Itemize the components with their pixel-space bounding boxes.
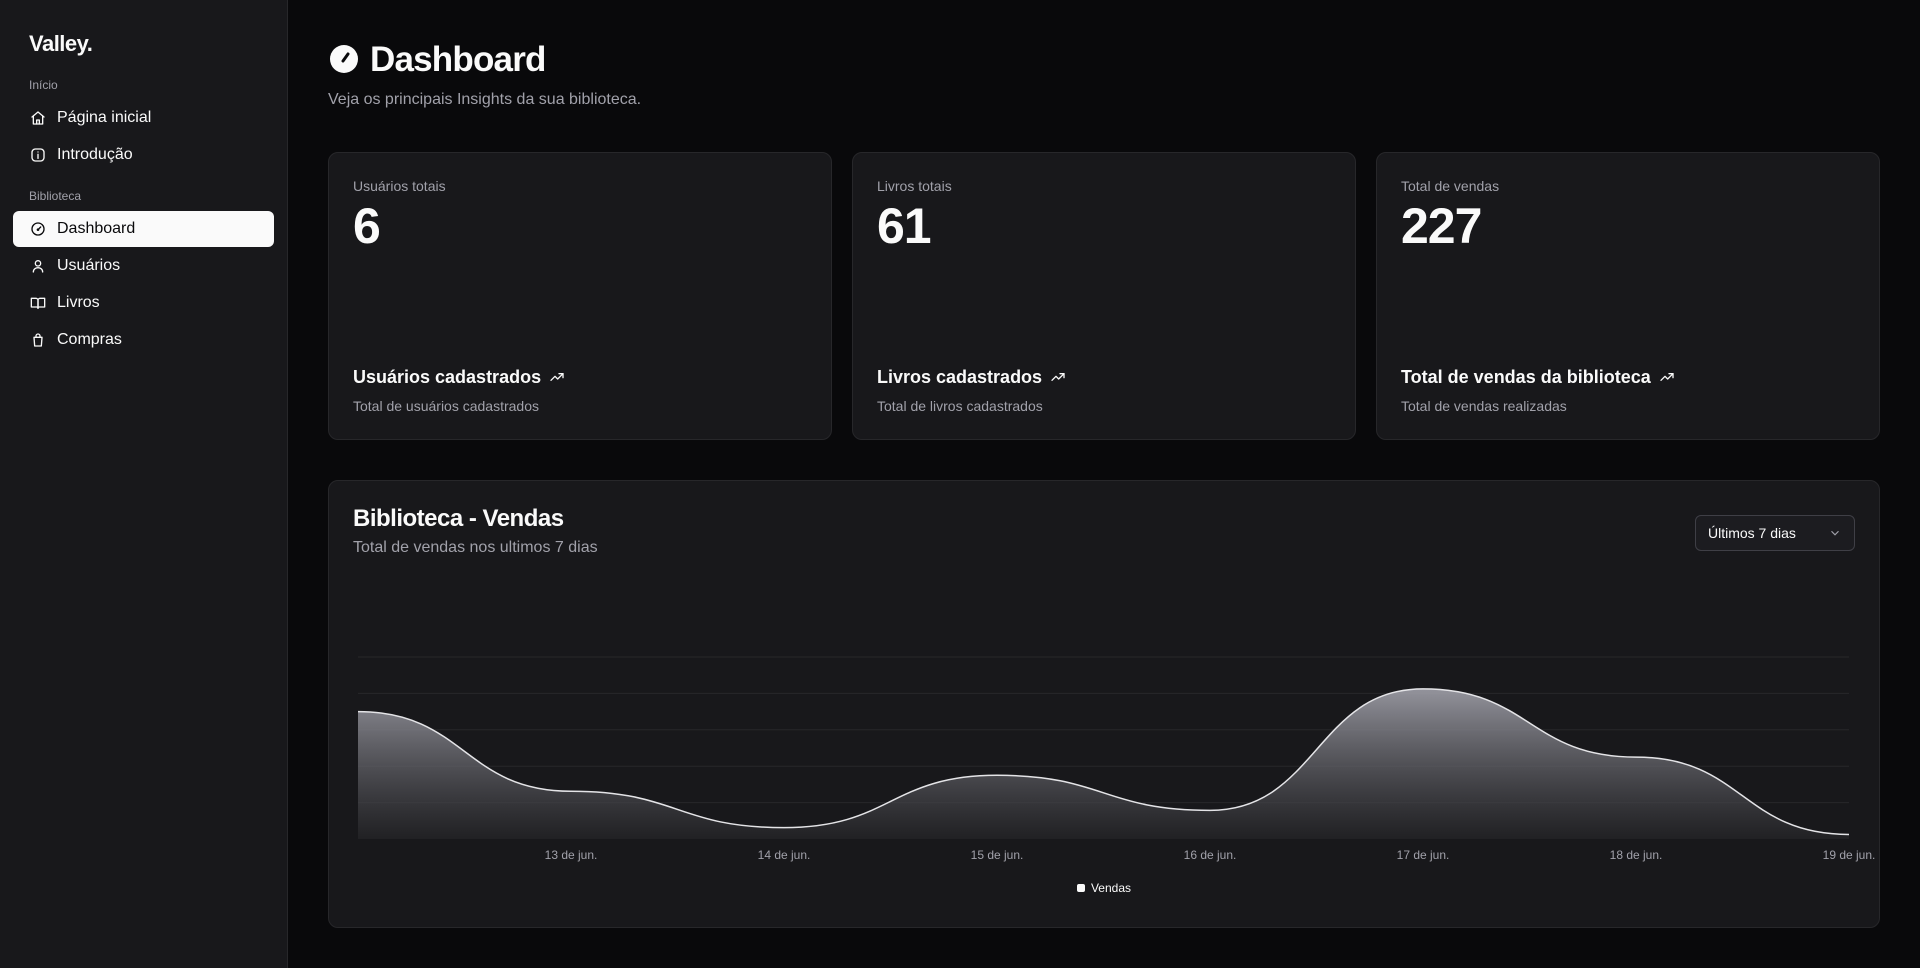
page-subtitle: Veja os principais Insights da sua bibli…	[328, 91, 642, 108]
stat-card-vendas: Total de vendas 227 Total de vendas da b…	[1376, 152, 1880, 440]
sales-chart-card: 13 de jun. 14 de jun. 15 de jun. 16 de jun.…	[328, 480, 1880, 928]
chart-title: Biblioteca - Vendas	[353, 505, 564, 532]
sidebar-group-label: Biblioteca	[29, 189, 82, 203]
stat-card-usuarios: Usuários totais 6 Usuários cadastrados T…	[328, 152, 832, 440]
home-icon	[29, 109, 47, 127]
sidebar-item-dashboard[interactable]: Dashboard	[13, 211, 274, 247]
sidebar-item-label: Compras	[57, 331, 122, 348]
chart-x-tick-label: 18 de jun.	[1610, 848, 1663, 862]
stat-card-label: Usuários totais	[353, 178, 446, 194]
stat-card-footer-title-text: Total de vendas da biblioteca	[1401, 366, 1651, 387]
app-root: Valley. Início Página inicial Introdução…	[0, 0, 1920, 968]
chart-subtitle: Total de vendas nos ultimos 7 dias	[353, 539, 598, 556]
stat-card-livros: Livros totais 61 Livros cadastrados Tota…	[852, 152, 1356, 440]
sidebar-item-pagina-inicial[interactable]: Página inicial	[13, 100, 274, 136]
sidebar-item-label: Usuários	[57, 257, 121, 274]
stat-card-label: Total de vendas	[1401, 178, 1500, 194]
page-header: Dashboard	[328, 40, 1880, 80]
sidebar-group-label: Início	[29, 78, 58, 92]
legend-label: Vendas	[1090, 881, 1132, 895]
sidebar-item-usuarios[interactable]: Usuários	[13, 248, 274, 284]
stat-card-footer: Total de vendas da biblioteca Total de v…	[1401, 366, 1675, 415]
user-icon	[29, 257, 47, 275]
info-icon	[29, 146, 47, 164]
gauge-icon	[328, 42, 360, 79]
chart-x-tick-label: 13 de jun.	[545, 848, 598, 862]
date-range-select-value: Últimos 7 dias	[1708, 525, 1796, 541]
stats-cards: Usuários totais 6 Usuários cadastrados T…	[328, 152, 1880, 440]
chart-x-tick-label: 17 de jun.	[1397, 848, 1450, 862]
stat-card-footer-subtitle: Total de livros cadastrados	[877, 398, 1043, 414]
sidebar-item-label: Introdução	[57, 146, 133, 163]
gauge-icon	[29, 220, 47, 238]
stat-card-footer: Livros cadastrados Total de livros cadas…	[877, 366, 1066, 415]
sidebar-item-livros[interactable]: Livros	[13, 285, 274, 321]
stat-card-value: 227	[1401, 198, 1482, 254]
chart-x-tick-label: 16 de jun.	[1184, 848, 1237, 862]
trending-up-icon	[1660, 373, 1674, 381]
chart-x-tick-label: 19 de jun.	[1823, 848, 1876, 862]
sidebar-item-label: Dashboard	[57, 220, 136, 237]
sidebar-item-label: Livros	[57, 294, 100, 311]
date-range-select[interactable]: Últimos 7 dias	[1695, 515, 1855, 551]
stat-card-value: 6	[353, 198, 381, 254]
stat-card-footer-subtitle: Total de vendas realizadas	[1401, 398, 1567, 414]
stat-card-footer-title-text: Usuários cadastrados	[353, 366, 542, 387]
stat-card-footer-subtitle: Total de usuários cadastrados	[353, 398, 539, 414]
chevron-down-icon	[1831, 530, 1839, 536]
stat-card-value: 61	[877, 198, 932, 254]
chart-legend: Vendas	[329, 881, 1879, 895]
chart-x-tick-label: 14 de jun.	[758, 848, 811, 862]
stat-card-label: Livros totais	[877, 178, 952, 194]
legend-swatch	[1076, 884, 1085, 892]
book-icon	[29, 294, 47, 312]
sidebar-item-label: Página inicial	[57, 109, 152, 126]
shopping-bag-icon	[29, 331, 47, 349]
trending-up-icon	[550, 373, 564, 381]
sidebar: Valley. Início Página inicial Introdução…	[0, 0, 288, 968]
stat-card-footer: Usuários cadastrados Total de usuários c…	[353, 366, 565, 415]
chart-area-vendas	[358, 688, 1849, 839]
stat-card-footer-title: Usuários cadastrados	[353, 366, 565, 388]
chart-x-tick-label: 15 de jun.	[971, 848, 1024, 862]
stat-card-footer-title: Livros cadastrados	[877, 366, 1066, 388]
sidebar-item-compras[interactable]: Compras	[13, 322, 274, 358]
brand-logo: Valley.	[29, 31, 93, 56]
sidebar-item-introducao[interactable]: Introdução	[13, 137, 274, 173]
page-title: Dashboard	[370, 40, 546, 79]
stat-card-footer-title: Total de vendas da biblioteca	[1401, 366, 1675, 388]
main-content: Dashboard Veja os principais Insights da…	[288, 0, 1920, 968]
trending-up-icon	[1051, 373, 1065, 381]
stat-card-footer-title-text: Livros cadastrados	[877, 366, 1043, 387]
